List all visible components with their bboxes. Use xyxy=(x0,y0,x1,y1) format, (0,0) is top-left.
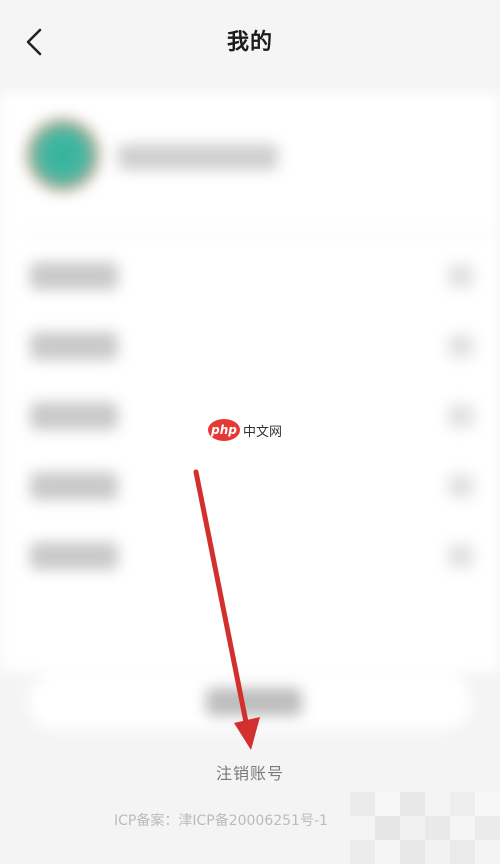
menu-item[interactable] xyxy=(0,312,500,382)
menu-item-label-placeholder xyxy=(30,402,118,430)
site-watermark: php 中文网 xyxy=(208,418,282,442)
logout-button[interactable] xyxy=(28,674,472,730)
avatar[interactable] xyxy=(26,118,100,192)
icp-record: ICP备案：津ICP备20006251号-1 xyxy=(114,813,328,829)
menu-item-label-placeholder xyxy=(30,542,118,570)
watermark-text: 中文网 xyxy=(243,424,283,440)
blurred-content xyxy=(0,84,500,730)
menu-item-label-placeholder xyxy=(30,262,118,290)
menu-item-label-placeholder xyxy=(30,332,118,360)
cancel-account-link[interactable]: 注销账号 xyxy=(0,760,500,784)
chevron-right-icon xyxy=(448,544,474,568)
php-logo-badge: php xyxy=(208,419,240,441)
menu-item-label-placeholder xyxy=(30,472,118,500)
page-title: 我的 xyxy=(226,30,273,55)
logout-label-placeholder xyxy=(206,688,302,716)
chevron-right-icon xyxy=(448,404,474,428)
navigation-bar: 我的 xyxy=(0,0,500,84)
mosaic-overlay xyxy=(350,792,500,864)
menu-item[interactable] xyxy=(0,242,500,312)
menu-item[interactable] xyxy=(0,452,500,522)
chevron-right-icon xyxy=(448,264,474,288)
profile-name-placeholder xyxy=(118,144,278,170)
menu-item[interactable] xyxy=(0,522,500,592)
profile-card xyxy=(0,92,500,672)
chevron-right-icon xyxy=(448,474,474,498)
chevron-right-icon xyxy=(448,334,474,358)
divider xyxy=(24,232,494,234)
